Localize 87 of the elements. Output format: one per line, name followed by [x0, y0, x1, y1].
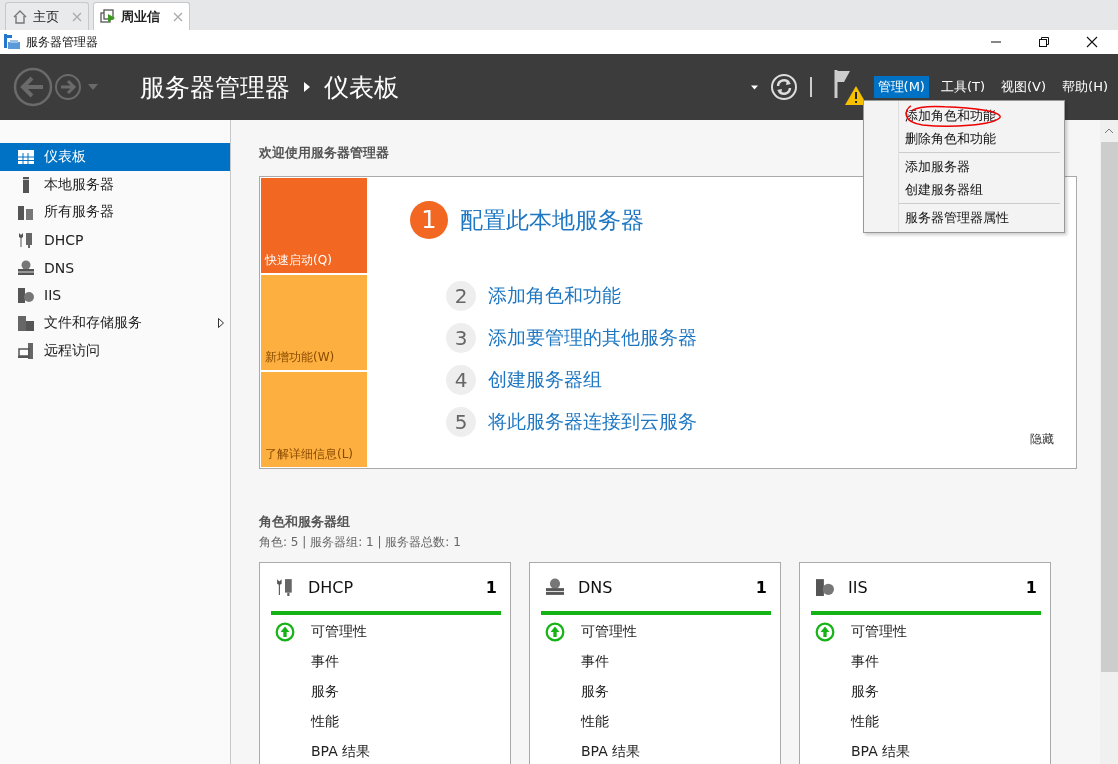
window-title: 服务器管理器 — [26, 33, 98, 51]
role-status-item[interactable]: BPA 结果 — [311, 743, 371, 761]
wrench-server-icon — [18, 231, 34, 248]
forward-icon[interactable] — [54, 73, 82, 101]
back-icon[interactable] — [13, 67, 53, 107]
sidebar-item[interactable]: 仪表板 — [0, 143, 230, 171]
role-status-item[interactable]: 性能 — [851, 713, 879, 731]
sidebar-item[interactable]: DNS — [0, 253, 230, 282]
role-status-item[interactable]: 服务 — [851, 683, 879, 701]
globe-server-icon — [546, 578, 564, 596]
role-status-item[interactable]: 可管理性 — [851, 623, 907, 641]
menu-item[interactable]: 删除角色和功能 — [864, 127, 1064, 150]
step-link[interactable]: 将此服务器连接到云服务 — [488, 409, 697, 435]
hide-link[interactable]: 隐藏 — [1030, 431, 1054, 448]
expand-arrow-icon[interactable] — [218, 317, 224, 328]
role-status-item[interactable]: 事件 — [851, 653, 879, 671]
menu-item[interactable]: 管理(M) — [873, 76, 929, 98]
role-card[interactable]: DHCP 1 可管理性 事件 服务 性能 BPA 结果 — [259, 562, 511, 764]
role-name: DHCP — [308, 577, 354, 597]
browser-tab[interactable]: 主页 — [5, 2, 89, 30]
wrench-server-icon — [276, 578, 294, 596]
step-number: 1 — [410, 201, 448, 239]
quick-tile[interactable]: 新增功能(W) — [261, 275, 367, 370]
section-title: 角色和服务器组 — [259, 513, 351, 531]
sidebar-item[interactable]: IIS — [0, 281, 230, 310]
step-number: 4 — [446, 365, 476, 395]
role-status-item[interactable]: BPA 结果 — [851, 743, 911, 761]
scroll-up-icon[interactable] — [1104, 128, 1114, 134]
role-card[interactable]: IIS 1 可管理性 事件 服务 性能 BPA 结果 — [799, 562, 1051, 764]
sidebar-item[interactable]: DHCP — [0, 226, 230, 254]
folder-server-icon — [18, 314, 34, 331]
step-number: 2 — [446, 281, 476, 311]
menu-item[interactable]: 帮助(H) — [1058, 76, 1112, 98]
role-status-item[interactable]: 可管理性 — [311, 623, 367, 641]
menu-item[interactable]: 添加服务器 — [864, 155, 1064, 178]
role-status-item[interactable]: 事件 — [311, 653, 339, 671]
server-count: 1 — [1025, 577, 1037, 597]
server-count: 1 — [485, 577, 497, 597]
close-icon[interactable] — [1086, 36, 1098, 48]
server-count: 1 — [755, 577, 767, 597]
step-link[interactable]: 添加角色和功能 — [488, 283, 621, 309]
chevron-icon — [304, 82, 310, 92]
role-status-item[interactable]: 服务 — [311, 683, 339, 701]
remote-server-icon — [18, 342, 34, 359]
browser-tab[interactable]: 周业信 — [93, 2, 190, 30]
sidebar-item[interactable]: 远程访问 — [0, 336, 230, 365]
sidebar-item[interactable]: 文件和存储服务 — [0, 309, 230, 337]
remote-desktop-icon — [100, 8, 116, 25]
servers-icon — [18, 204, 34, 221]
menu-item[interactable]: 服务器管理器属性 — [864, 206, 1064, 229]
home-icon — [12, 8, 28, 25]
sidebar-item[interactable]: 所有服务器 — [0, 198, 230, 227]
role-name: IIS — [848, 577, 868, 597]
role-name: DNS — [578, 577, 613, 597]
step-link[interactable]: 添加要管理的其他服务器 — [488, 325, 697, 351]
refresh-icon[interactable] — [769, 73, 798, 101]
role-card[interactable]: DNS 1 可管理性 事件 服务 性能 BPA 结果 — [529, 562, 781, 764]
quick-tile[interactable]: 了解详细信息(L) — [261, 372, 367, 467]
restore-icon[interactable] — [1038, 36, 1050, 48]
role-status-item[interactable]: 可管理性 — [581, 623, 637, 641]
caret-icon[interactable] — [750, 84, 758, 90]
menu-item[interactable]: 工具(T) — [936, 76, 990, 98]
role-status-item[interactable]: 性能 — [581, 713, 609, 731]
step-link[interactable]: 配置此本地服务器 — [460, 204, 644, 236]
status-ok-icon — [815, 622, 835, 642]
status-ok-icon — [275, 622, 295, 642]
role-status-item[interactable]: 性能 — [311, 713, 339, 731]
menu-item[interactable]: 视图(V) — [997, 76, 1051, 98]
sidebar-item[interactable]: 本地服务器 — [0, 170, 230, 199]
section-title: 欢迎使用服务器管理器 — [259, 144, 389, 162]
role-status-item[interactable]: 事件 — [581, 653, 609, 671]
server-manager-icon — [4, 34, 20, 50]
status-ok-icon — [545, 622, 565, 642]
role-status-item[interactable]: 服务 — [581, 683, 609, 701]
globe-server-icon — [816, 578, 834, 596]
breadcrumb-item[interactable]: 服务器管理器 — [140, 70, 290, 104]
role-status-item[interactable]: BPA 结果 — [581, 743, 641, 761]
grid-icon — [18, 148, 34, 165]
globe-server-icon — [18, 259, 34, 276]
step-number: 3 — [446, 323, 476, 353]
roles-summary: 角色: 5 | 服务器组: 1 | 服务器总数: 1 — [259, 534, 462, 551]
menu-item[interactable]: 创建服务器组 — [864, 178, 1064, 201]
scrollbar-thumb[interactable] — [1100, 142, 1118, 672]
step-number: 5 — [446, 407, 476, 437]
breadcrumb-item[interactable]: 仪表板 — [324, 70, 399, 104]
step-link[interactable]: 创建服务器组 — [488, 367, 602, 393]
globe-server-icon — [18, 287, 34, 304]
